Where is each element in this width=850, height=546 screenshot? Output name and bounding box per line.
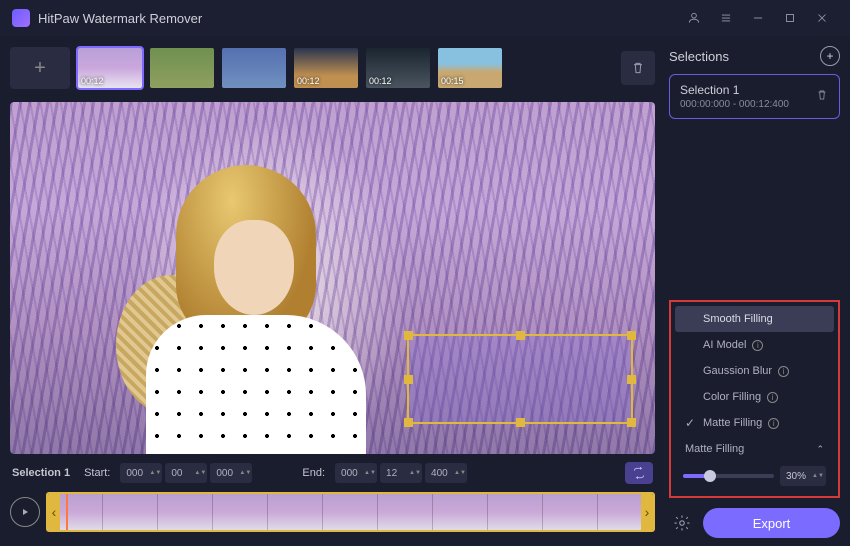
delete-selection-button[interactable] — [815, 88, 829, 105]
slider-label: Matte Filling — [685, 443, 744, 455]
fill-mode-panel: Smooth Filling AI Modeli Gaussion Bluri … — [669, 300, 840, 498]
matte-slider-row: 30% ▲▼ — [675, 462, 834, 492]
selections-title: Selections — [669, 49, 729, 64]
resize-handle[interactable] — [516, 418, 525, 427]
thumb-time: 00:15 — [441, 76, 464, 86]
app-title: HitPaw Watermark Remover — [38, 11, 202, 26]
fill-option-label: Color Filling — [703, 391, 761, 403]
resize-handle[interactable] — [627, 418, 636, 427]
end-ms-input[interactable]: 400▲▼ — [425, 463, 467, 483]
export-label: Export — [753, 516, 791, 531]
selection-card[interactable]: Selection 1 000:00:000 - 000:12:400 — [669, 74, 840, 119]
fill-option-matte[interactable]: ✓Matte Fillingi — [675, 410, 834, 436]
slider-thumb[interactable] — [704, 470, 716, 482]
fill-option-label: Matte Filling — [703, 417, 762, 429]
thumbnail-2[interactable] — [148, 46, 216, 90]
settings-button[interactable] — [669, 510, 695, 536]
fill-option-label: AI Model — [703, 339, 746, 351]
timeline-row: ‹ › — [10, 492, 655, 532]
maximize-button[interactable] — [774, 4, 806, 32]
end-minutes-input[interactable]: 12▲▼ — [380, 463, 422, 483]
account-icon[interactable] — [678, 4, 710, 32]
titlebar: HitPaw Watermark Remover — [0, 0, 850, 36]
end-hours-input[interactable]: 000▲▼ — [335, 463, 377, 483]
thumb-time: 00:12 — [297, 76, 320, 86]
delete-button[interactable] — [621, 51, 655, 85]
timeline[interactable]: ‹ › — [46, 492, 655, 532]
selection-card-range: 000:00:000 - 000:12:400 — [680, 99, 809, 110]
collapse-icon: ⌃ — [816, 444, 824, 455]
thumbnail-5[interactable]: 00:12 — [364, 46, 432, 90]
thumbnail-4[interactable]: 00:12 — [292, 46, 360, 90]
menu-icon[interactable] — [710, 4, 742, 32]
selection-card-title: Selection 1 — [680, 83, 809, 97]
selection-rectangle[interactable] — [407, 334, 633, 424]
info-icon[interactable]: i — [768, 418, 779, 429]
fill-option-color[interactable]: Color Filling i — [675, 384, 834, 410]
resize-handle[interactable] — [516, 331, 525, 340]
start-ms-input[interactable]: 000▲▼ — [210, 463, 252, 483]
selections-header: Selections + — [669, 46, 840, 66]
add-selection-button[interactable]: + — [820, 46, 840, 66]
thumb-time: 00:12 — [369, 76, 392, 86]
resize-handle[interactable] — [404, 418, 413, 427]
resize-handle[interactable] — [627, 375, 636, 384]
end-label: End: — [302, 467, 325, 479]
thumbnail-6[interactable]: 00:15 — [436, 46, 504, 90]
app-icon — [12, 9, 30, 27]
fill-option-gaussian[interactable]: Gaussion Blur i — [675, 358, 834, 384]
minimize-button[interactable] — [742, 4, 774, 32]
thumbnail-1[interactable]: 00:12 — [76, 46, 144, 90]
time-controls: Selection 1 Start: 000▲▼ 00▲▼ 000▲▼ End:… — [10, 454, 655, 488]
info-icon[interactable]: i — [767, 392, 778, 403]
play-button[interactable] — [10, 497, 40, 527]
slider-header[interactable]: Matte Filling ⌃ — [675, 436, 834, 462]
timeline-handle-left[interactable]: ‹ — [48, 494, 60, 530]
video-preview[interactable] — [10, 102, 655, 454]
fill-option-label: Smooth Filling — [703, 313, 773, 325]
add-media-button[interactable]: + — [10, 47, 70, 89]
thumbnail-strip: + 00:12 00:12 00:12 00:15 — [10, 42, 655, 94]
close-button[interactable] — [806, 4, 838, 32]
resize-handle[interactable] — [627, 331, 636, 340]
timeline-handle-right[interactable]: › — [641, 494, 653, 530]
matte-slider[interactable] — [683, 474, 774, 478]
fill-option-smooth[interactable]: Smooth Filling — [675, 306, 834, 332]
slider-value-input[interactable]: 30% ▲▼ — [780, 466, 826, 486]
resize-handle[interactable] — [404, 331, 413, 340]
info-icon[interactable]: i — [778, 366, 789, 377]
slider-value: 30% — [786, 471, 812, 482]
selection-name: Selection 1 — [12, 467, 70, 479]
thumbnail-3[interactable] — [220, 46, 288, 90]
loop-button[interactable] — [625, 462, 653, 484]
start-hours-input[interactable]: 000▲▼ — [120, 463, 162, 483]
start-label: Start: — [84, 467, 110, 479]
info-icon[interactable]: i — [752, 340, 763, 351]
thumb-time: 00:12 — [81, 76, 104, 86]
fill-option-ai[interactable]: AI Model i — [675, 332, 834, 358]
resize-handle[interactable] — [404, 375, 413, 384]
export-button[interactable]: Export — [703, 508, 840, 538]
playhead[interactable] — [66, 492, 68, 532]
fill-option-label: Gaussion Blur — [703, 365, 772, 377]
start-minutes-input[interactable]: 00▲▼ — [165, 463, 207, 483]
